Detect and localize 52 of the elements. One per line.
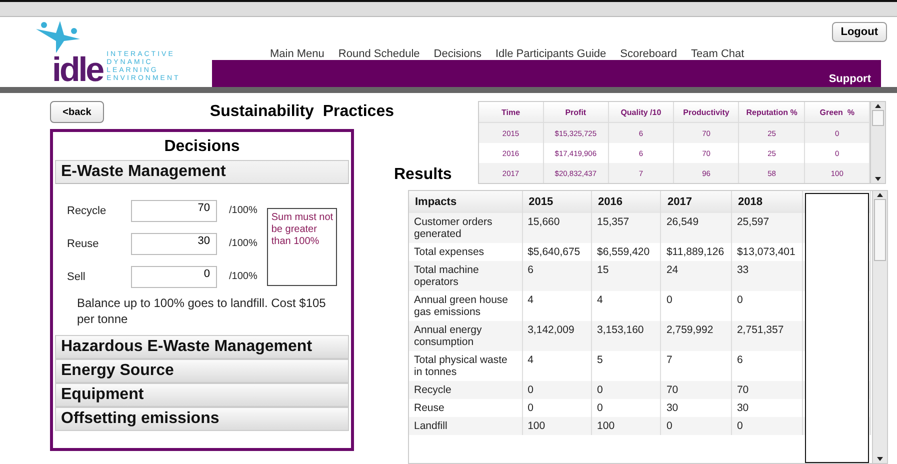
input-field[interactable]: 0: [131, 266, 217, 288]
up-arrow-icon[interactable]: [876, 191, 884, 199]
accordion-header[interactable]: Energy Source: [55, 359, 349, 383]
scroll-thumb[interactable]: [874, 199, 886, 261]
field-suffix: /100%: [229, 205, 258, 216]
nav-link[interactable]: Scoreboard: [620, 48, 677, 60]
field-suffix: /100%: [229, 238, 258, 249]
column-header: Profit: [543, 102, 608, 122]
nav-link[interactable]: Main Menu: [270, 48, 324, 60]
back-button[interactable]: <back: [50, 101, 104, 123]
column-header: 2017: [660, 191, 732, 213]
column-header: Productivity: [674, 102, 739, 122]
nav-link[interactable]: Round Schedule: [338, 48, 420, 60]
field-label: Reuse: [67, 238, 100, 250]
column-header: Impacts: [409, 191, 522, 213]
section-title: Results: [394, 166, 452, 185]
table-cell: Landfill: [409, 417, 522, 435]
warning-message: Sum must not be greater than 100%: [267, 208, 338, 286]
scroll-thumb[interactable]: [872, 110, 884, 126]
down-arrow-icon[interactable]: [874, 175, 882, 183]
accordion-header[interactable]: Offsetting emissions: [55, 407, 349, 431]
accordion-header[interactable]: Hazardous E-Waste Management: [55, 335, 349, 359]
column-header: 2018: [731, 191, 802, 213]
field-suffix: /100%: [229, 271, 258, 282]
accordion-header[interactable]: Equipment: [55, 383, 349, 407]
note-text: Balance up to 100% goes to landfill. Cost $105 per tonne: [76, 295, 327, 327]
page-title: Sustainability Practices: [210, 103, 394, 121]
up-arrow-icon[interactable]: [874, 102, 882, 110]
field-label: Recycle: [67, 204, 108, 216]
star-figures-icon: [34, 19, 82, 55]
table-cell: 100: [522, 417, 592, 435]
input-field[interactable]: 30: [131, 232, 217, 254]
field-label: Sell: [67, 270, 86, 282]
input-field[interactable]: 70: [131, 200, 217, 222]
column-header: 2016: [592, 191, 661, 213]
down-arrow-icon[interactable]: [876, 455, 884, 463]
table-cell: 0: [731, 417, 802, 435]
nav-link[interactable]: Team Chat: [691, 48, 744, 60]
accordion-header[interactable]: E-Waste Management: [55, 160, 349, 184]
logo-wordmark: idle: [52, 55, 103, 85]
table-cell: 0: [660, 417, 732, 435]
table-cell: 100: [592, 417, 661, 435]
column-header: 2015: [522, 191, 592, 213]
nav-link[interactable]: Idle Participants Guide: [495, 48, 606, 60]
panel-title: Decisions: [163, 137, 241, 157]
support-link[interactable]: Support: [828, 73, 871, 85]
column-header: Time: [479, 102, 544, 122]
nav-link[interactable]: Decisions: [434, 48, 482, 60]
column-header: Green %: [804, 102, 870, 122]
column-header: Reputation %: [738, 102, 805, 122]
logout-button[interactable]: Logout: [832, 22, 887, 42]
column-header: Quality /10: [608, 102, 674, 122]
